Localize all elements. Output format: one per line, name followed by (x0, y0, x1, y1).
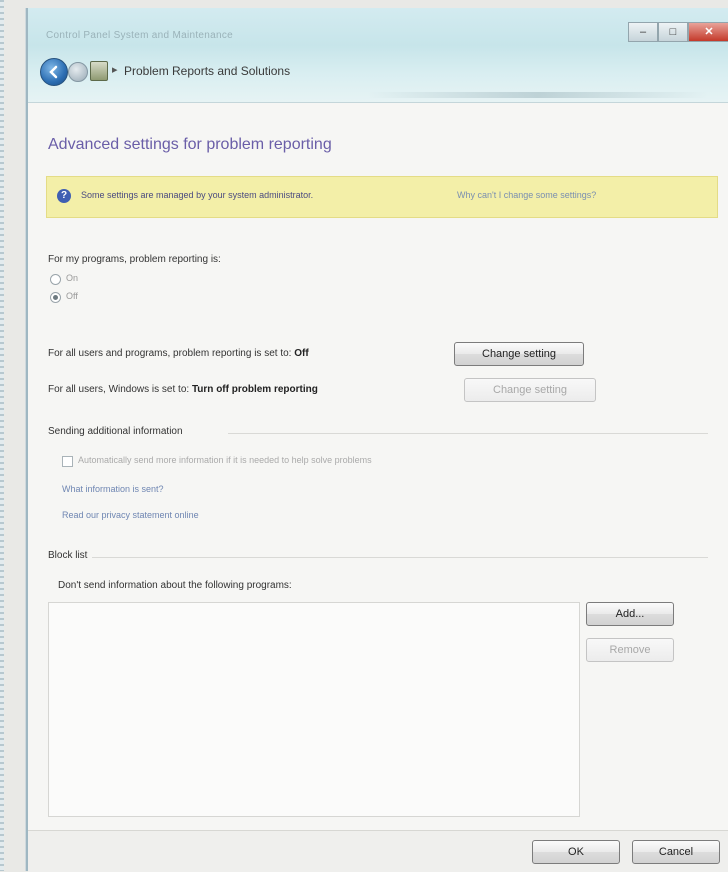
remove-button[interactable]: Remove (586, 638, 674, 662)
auto-send-checkbox[interactable] (62, 456, 73, 467)
main-content: Advanced settings for problem reporting … (28, 102, 728, 830)
additional-info-heading: Sending additional information (48, 426, 183, 437)
admin-info-bar: ? Some settings are managed by your syst… (46, 176, 718, 218)
what-info-sent-link[interactable]: What information is sent? (62, 484, 164, 494)
dialog-footer: OK Cancel (28, 830, 728, 872)
problem-reports-window: Control Panel System and Maintenance ▸ P… (26, 8, 728, 872)
radio-off[interactable] (50, 292, 61, 303)
all-users-value: Off (294, 348, 309, 359)
address-bar-text: Control Panel System and Maintenance (46, 30, 234, 41)
page-title: Advanced settings for problem reporting (48, 136, 332, 153)
minimize-button[interactable]: – (628, 22, 658, 42)
info-bar-text: Some settings are managed by your system… (81, 190, 314, 200)
question-icon: ? (57, 189, 71, 203)
window-controls: – □ ✕ (628, 22, 728, 42)
my-programs-label: For my programs, problem reporting is: (48, 254, 221, 265)
breadcrumb-chevron-icon: ▸ (112, 64, 118, 76)
all-users-label: For all users and programs, problem repo… (48, 348, 292, 359)
back-arrow-icon (49, 65, 58, 79)
radio-on[interactable] (50, 274, 61, 285)
close-button[interactable]: ✕ (688, 22, 728, 42)
control-panel-icon (90, 61, 108, 81)
block-list-label: Don't send information about the followi… (58, 580, 292, 591)
add-button[interactable]: Add... (586, 602, 674, 626)
title-bar: Control Panel System and Maintenance ▸ P… (28, 8, 728, 103)
ok-button[interactable]: OK (532, 840, 620, 864)
back-button[interactable] (40, 58, 68, 86)
breadcrumb[interactable]: Problem Reports and Solutions (124, 64, 290, 78)
windows-setting-value: Turn off problem reporting (191, 384, 318, 395)
windows-setting-label: For all users, Windows is set to: (48, 384, 190, 395)
radio-off-label: Off (66, 291, 78, 301)
forward-button[interactable] (68, 62, 88, 82)
why-cant-change-link[interactable]: Why can't I change some settings? (457, 190, 596, 200)
maximize-button[interactable]: □ (658, 22, 688, 42)
auto-send-label: Automatically send more information if i… (78, 455, 372, 465)
block-list-heading: Block list (48, 550, 88, 561)
section-divider (228, 433, 708, 434)
block-list-divider (92, 557, 708, 558)
window-edge (0, 0, 4, 871)
radio-on-label: On (66, 273, 79, 283)
title-decoration (368, 92, 708, 98)
change-setting-button[interactable]: Change setting (454, 342, 584, 366)
blocked-programs-list[interactable] (48, 602, 580, 817)
all-users-setting: For all users and programs, problem repo… (48, 348, 309, 359)
cancel-button[interactable]: Cancel (632, 840, 720, 864)
privacy-statement-link[interactable]: Read our privacy statement online (62, 510, 199, 520)
change-setting-disabled-button[interactable]: Change setting (464, 378, 596, 402)
windows-setting: For all users, Windows is set to: Turn o… (48, 384, 318, 395)
